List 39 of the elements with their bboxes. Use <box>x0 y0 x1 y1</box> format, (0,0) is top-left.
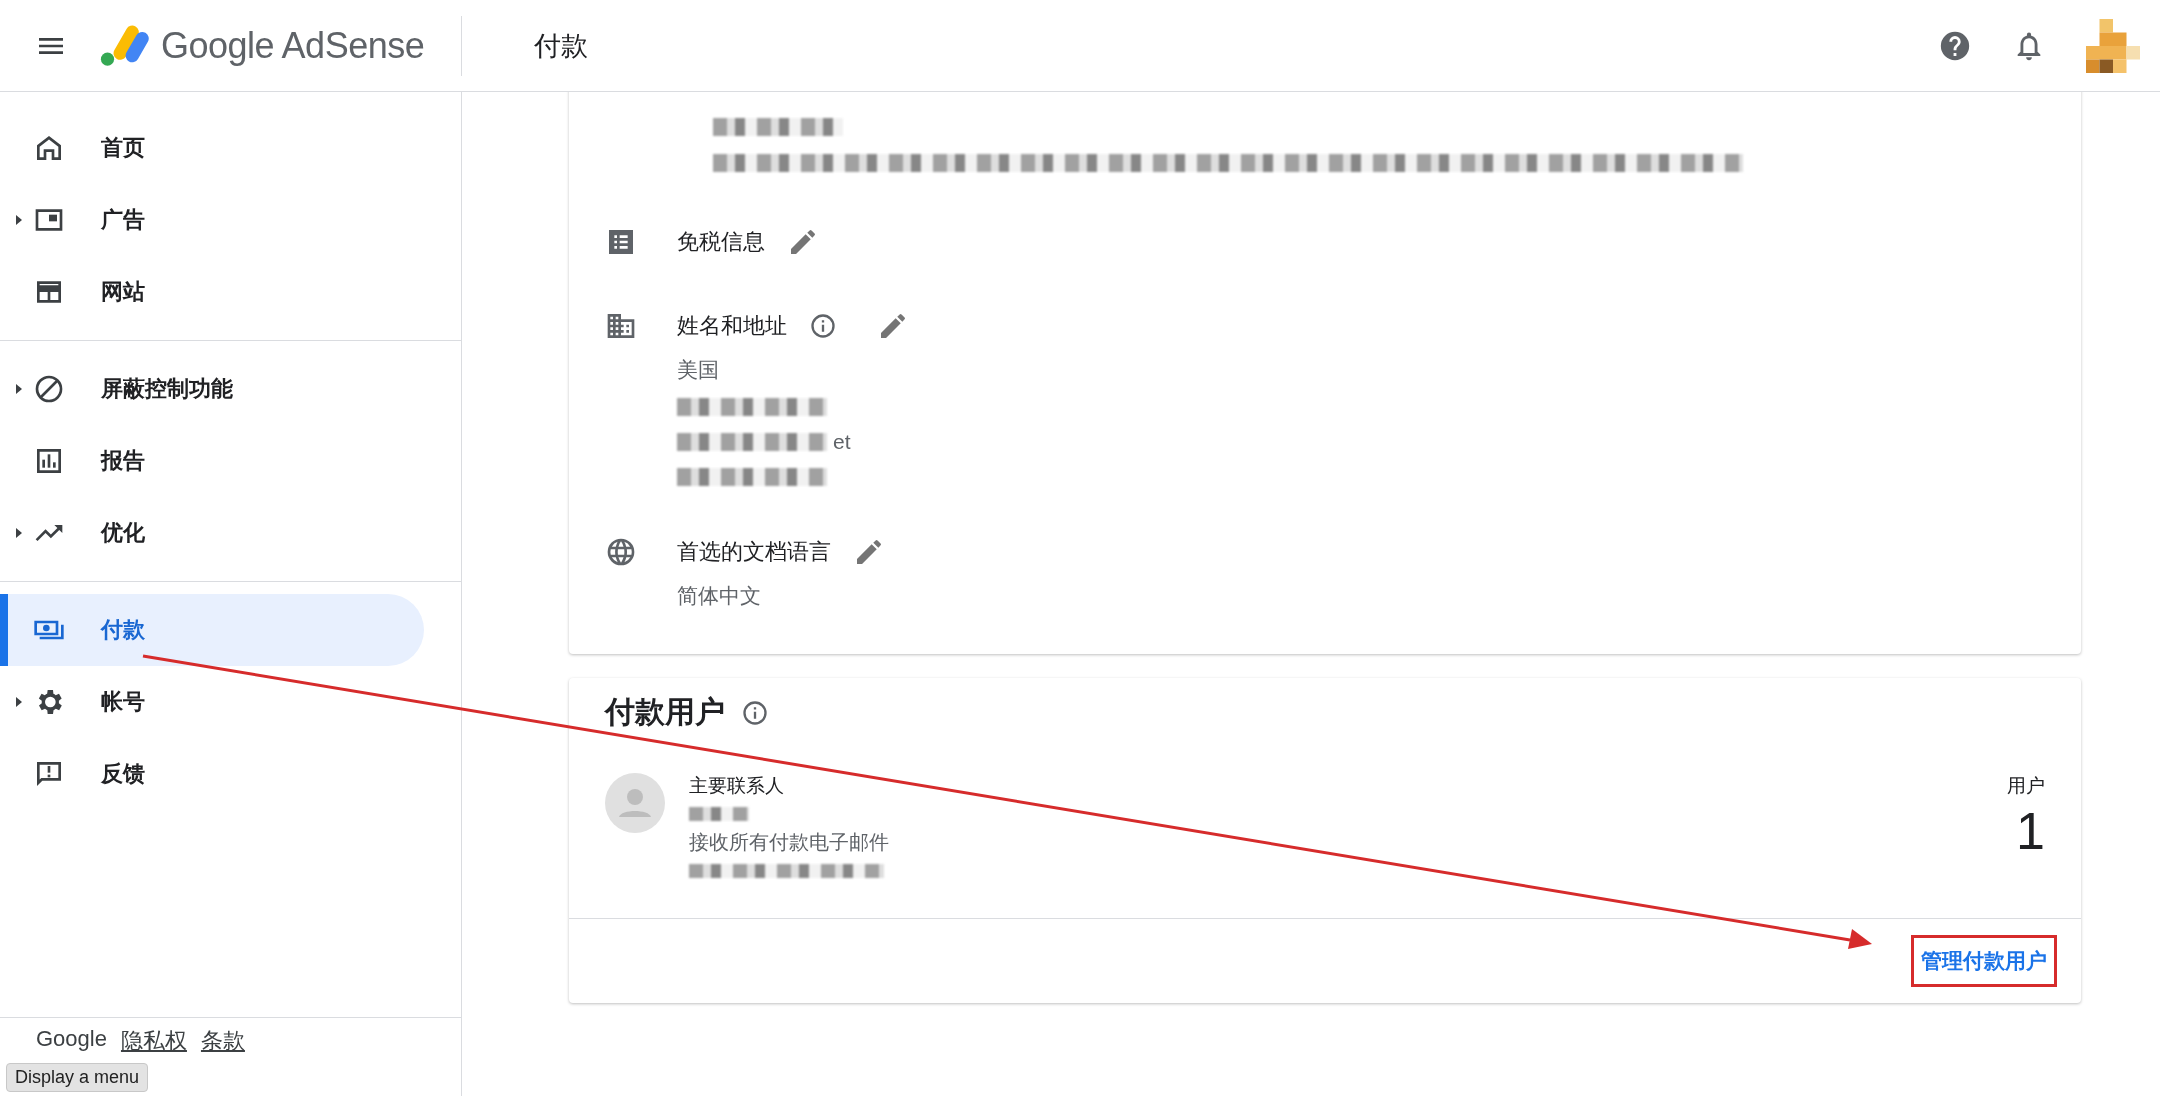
block-icon <box>33 373 65 405</box>
expand-caret-icon[interactable] <box>16 528 22 538</box>
user-count: 1 <box>2016 803 2045 861</box>
sidebar-item[interactable]: 网站 <box>0 256 424 328</box>
sidebar-item[interactable]: 首页 <box>0 112 424 184</box>
selection-indicator <box>0 594 8 666</box>
sidebar-item[interactable]: 报告 <box>0 425 424 497</box>
globe-icon <box>605 536 637 568</box>
contact-role: 主要联系人 <box>689 774 785 798</box>
setting-label: 姓名和地址 <box>677 312 787 340</box>
info-icon[interactable] <box>741 698 769 727</box>
card-title: 付款用户 <box>605 694 725 730</box>
sidebar-item[interactable]: 帐号 <box>0 666 424 738</box>
redacted-text <box>689 807 749 821</box>
sidebar-item[interactable]: 广告 <box>0 184 424 256</box>
footer-link[interactable]: 隐私权 <box>120 1026 187 1056</box>
sidebar-item[interactable]: 反馈 <box>0 738 424 810</box>
footer-link[interactable]: 条款 <box>200 1026 245 1056</box>
sidebar-item[interactable]: 优化 <box>0 497 424 569</box>
sidebar-item[interactable]: 付款 <box>0 594 424 666</box>
tooltip: Display a menu <box>6 1063 149 1092</box>
avatar-placeholder-icon <box>605 773 665 833</box>
page-title: 付款 <box>534 29 588 63</box>
expand-caret-icon[interactable] <box>16 215 22 225</box>
setting-label: 首选的文档语言 <box>677 538 831 566</box>
setting-value: 简体中文 <box>677 583 762 609</box>
manage-users-link[interactable]: 管理付款用户 <box>1913 937 2055 985</box>
footer-link[interactable]: Google <box>36 1026 107 1052</box>
avatar[interactable] <box>2086 18 2140 73</box>
expand-caret-icon[interactable] <box>16 697 22 707</box>
sidebar-item[interactable]: 屏蔽控制功能 <box>0 353 424 425</box>
setting-label: 免税信息 <box>677 228 765 256</box>
user-count-label: 用户 <box>2007 774 2045 798</box>
address-fragment: et <box>833 430 851 454</box>
contact-note: 接收所有付款电子邮件 <box>689 830 889 855</box>
brand-name: Google AdSense <box>161 24 425 67</box>
setting-value: 美国 <box>677 357 720 383</box>
info-icon[interactable] <box>809 312 837 340</box>
expand-caret-icon[interactable] <box>16 384 22 394</box>
